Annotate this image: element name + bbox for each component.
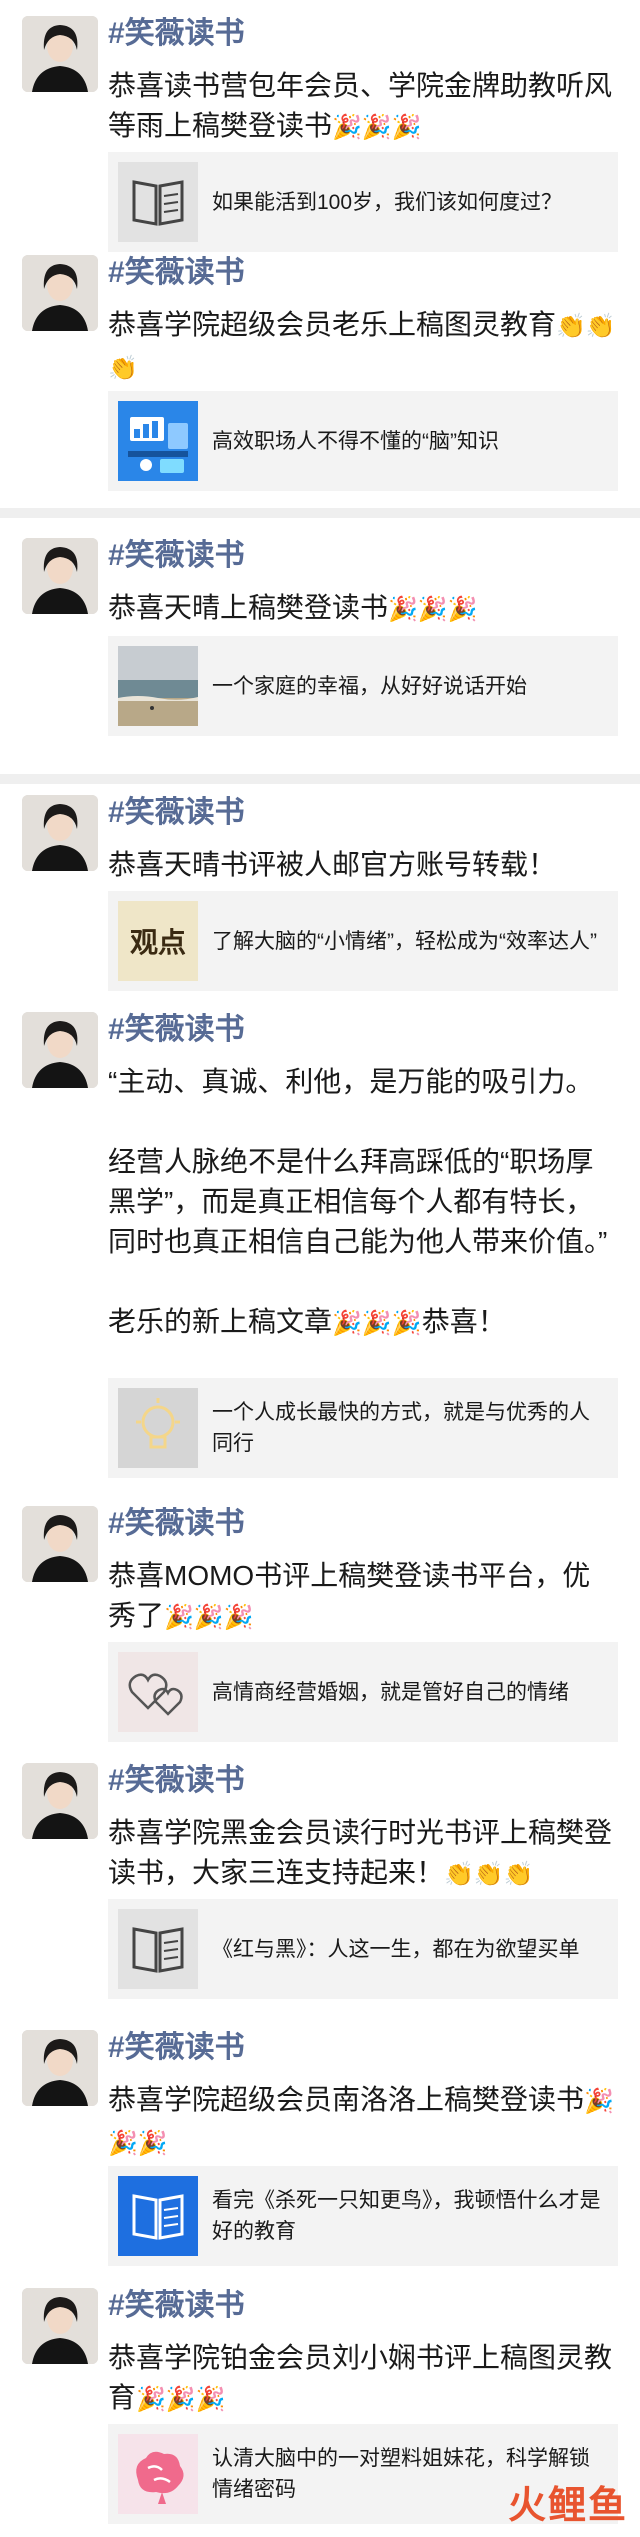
post-paragraph: 经营人脉绝不是什么拜高踩低的“职场厚黑学”，而是真正相信每个人都有特长，同时也真…	[108, 1146, 608, 1257]
post-text-body: 恭喜学院超级会员南洛洛上稿樊登读书	[108, 2084, 585, 2115]
party-popper-icon: 🎉	[361, 114, 392, 141]
article-title: 高效职场人不得不懂的“脑”知识	[212, 429, 499, 453]
post-text-body: 恭喜学院黑金会员读行时光书评上稿樊登读书，大家三连支持起来！	[108, 1817, 613, 1888]
avatar[interactable]	[22, 2030, 98, 2106]
post-text: 恭喜MOMO书评上稿樊登读书平台，优秀了🎉🎉🎉	[108, 1556, 618, 1638]
article-title: 了解大脑的“小情绪”，轻松成为“效率达人”	[212, 929, 597, 953]
author-name[interactable]: #笑薇读书	[108, 1763, 245, 1799]
post-paragraph: 老乐的新上稿文章🎉🎉🎉恭喜！	[108, 1302, 618, 1344]
avatar[interactable]	[22, 1506, 98, 1582]
post-text: 恭喜学院超级会员老乐上稿图灵教育👏👏👏	[108, 305, 618, 389]
article-title: 一个家庭的幸福，从好好说话开始	[212, 674, 527, 698]
clapping-hands-icon: 👏	[108, 355, 138, 382]
party-popper-icon: 🎉	[332, 114, 362, 141]
post-text: 恭喜学院超级会员南洛洛上稿樊登读书🎉🎉🎉	[108, 2080, 618, 2164]
avatar[interactable]	[22, 16, 98, 92]
article-card[interactable]: 看完《杀死一只知更鸟》，我顿悟什么才是好的教育	[108, 2166, 618, 2266]
article-card[interactable]: 高情商经营婚姻，就是管好自己的情绪	[108, 1642, 618, 1742]
clapping-hands-icon: 👏	[503, 1861, 534, 1888]
clapping-hands-icon: 👏	[473, 1861, 504, 1888]
post-paragraph: “主动、真诚、利他，是万能的吸引力。	[108, 1066, 594, 1097]
post-text: 恭喜读书营包年会员、学院金牌助教听风等雨上稿樊登读书🎉🎉🎉	[108, 66, 618, 148]
divider	[0, 774, 640, 784]
party-popper-icon: 🎉	[193, 1604, 224, 1631]
avatar[interactable]	[22, 795, 98, 871]
author-name[interactable]: #笑薇读书	[108, 16, 245, 52]
post-text: 恭喜学院黑金会员读行时光书评上稿樊登读书，大家三连支持起来！👏👏👏	[108, 1813, 618, 1895]
book-icon	[118, 162, 198, 242]
party-popper-icon: 🎉	[391, 114, 422, 141]
article-card[interactable]: 如果能活到100岁，我们该如何度过？	[108, 152, 618, 252]
author-name[interactable]: #笑薇读书	[108, 2030, 245, 2066]
divider	[0, 508, 640, 518]
lightbulb-icon	[118, 1388, 198, 1468]
author-name[interactable]: #笑薇读书	[108, 795, 245, 831]
viewpoint-logo: 观点	[118, 901, 198, 981]
post-text-body: 恭喜天晴书评被人邮官方账号转载！	[108, 849, 557, 880]
avatar[interactable]	[22, 538, 98, 614]
avatar[interactable]	[22, 1763, 98, 1839]
author-name[interactable]: #笑薇读书	[108, 538, 245, 574]
brain-illustration	[118, 2434, 198, 2514]
article-title: 看完《杀死一只知更鸟》，我顿悟什么才是好的教育	[212, 2189, 601, 2243]
book-icon	[118, 2176, 198, 2256]
article-card[interactable]: 观点 了解大脑的“小情绪”，轻松成为“效率达人”	[108, 891, 618, 991]
post-text: “主动、真诚、利他，是万能的吸引力。 经营人脉绝不是什么拜高踩低的“职场厚黑学”…	[108, 1062, 618, 1344]
article-title: 《红与黑》：人这一生，都在为欲望买单	[212, 1937, 580, 1961]
article-title: 如果能活到100岁，我们该如何度过？	[212, 190, 563, 214]
party-popper-icon: 🎉	[584, 2088, 614, 2115]
post-text: 恭喜天晴上稿樊登读书🎉🎉🎉	[108, 588, 618, 630]
party-popper-icon: 🎉	[136, 2386, 166, 2413]
watermark: 火鲤鱼	[507, 2485, 628, 2527]
avatar[interactable]	[22, 1012, 98, 1088]
viewpoint-logo-text: 观点	[129, 926, 186, 959]
article-title: 一个人成长最快的方式，就是与优秀的人同行	[212, 1401, 590, 1455]
article-title: 高情商经营婚姻，就是管好自己的情绪	[212, 1680, 569, 1704]
party-popper-icon: 🎉	[223, 1604, 254, 1631]
party-popper-icon: 🎉	[332, 1310, 362, 1337]
article-card[interactable]: 一个人成长最快的方式，就是与优秀的人同行	[108, 1378, 618, 1478]
party-popper-icon: 🎉	[417, 596, 448, 623]
author-name[interactable]: #笑薇读书	[108, 1506, 245, 1542]
party-popper-icon: 🎉	[165, 2386, 196, 2413]
clapping-hands-icon: 👏	[556, 313, 586, 340]
party-popper-icon: 🎉	[108, 2130, 138, 2157]
party-popper-icon: 🎉	[137, 2130, 168, 2157]
author-name[interactable]: #笑薇读书	[108, 2288, 245, 2324]
beach-photo	[118, 646, 198, 726]
party-popper-icon: 🎉	[447, 596, 478, 623]
clapping-hands-icon: 👏	[444, 1861, 474, 1888]
post-text-body: 恭喜学院超级会员老乐上稿图灵教育	[108, 309, 557, 340]
avatar[interactable]	[22, 255, 98, 331]
party-popper-icon: 🎉	[391, 1310, 422, 1337]
avatar[interactable]	[22, 2288, 98, 2364]
hearts-icon	[118, 1652, 198, 1732]
article-card[interactable]: 《红与黑》：人这一生，都在为欲望买单	[108, 1899, 618, 1999]
article-card[interactable]: 一个家庭的幸福，从好好说话开始	[108, 636, 618, 736]
party-popper-icon: 🎉	[388, 596, 418, 623]
article-card[interactable]: 高效职场人不得不懂的“脑”知识	[108, 391, 618, 491]
post-text-body: 老乐的新上稿文章	[108, 1306, 333, 1337]
post-text-suffix: 恭喜！	[421, 1306, 506, 1337]
party-popper-icon: 🎉	[164, 1604, 194, 1631]
book-icon	[118, 1909, 198, 1989]
clapping-hands-icon: 👏	[585, 313, 616, 340]
post-text: 恭喜天晴书评被人邮官方账号转载！	[108, 845, 618, 885]
office-illustration	[118, 401, 198, 481]
post-text: 恭喜学院铂金会员刘小娴书评上稿图灵教育🎉🎉🎉	[108, 2338, 618, 2420]
author-name[interactable]: #笑薇读书	[108, 1012, 245, 1048]
party-popper-icon: 🎉	[195, 2386, 226, 2413]
party-popper-icon: 🎉	[361, 1310, 392, 1337]
author-name[interactable]: #笑薇读书	[108, 255, 245, 291]
post-text-body: 恭喜天晴上稿樊登读书	[108, 592, 389, 623]
